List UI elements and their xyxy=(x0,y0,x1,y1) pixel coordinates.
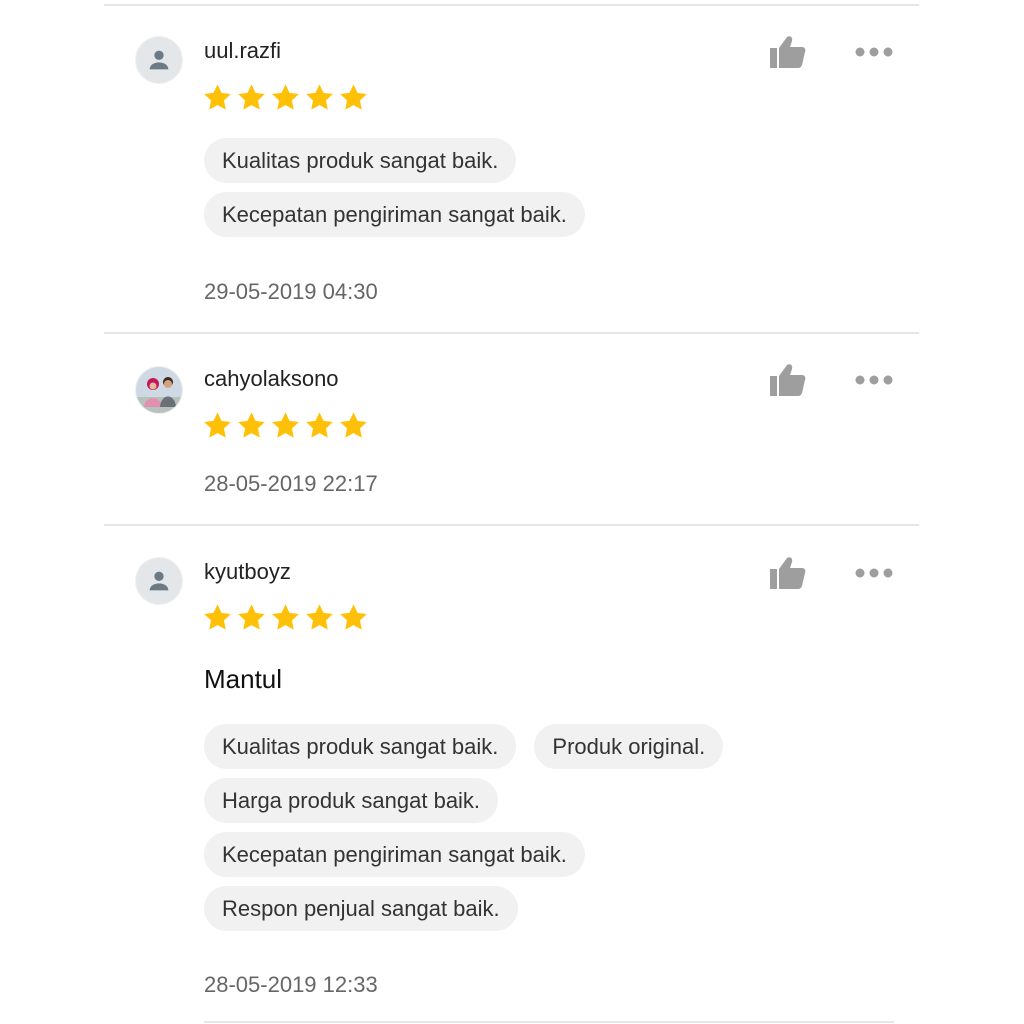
star-icon xyxy=(304,410,335,441)
review-date: 29-05-2019 04:30 xyxy=(204,279,378,304)
star-rating xyxy=(202,602,369,633)
avatar[interactable] xyxy=(136,558,182,604)
review-date: 28-05-2019 22:17 xyxy=(204,471,378,496)
star-icon xyxy=(202,602,233,633)
review-divider xyxy=(204,1021,894,1023)
star-icon xyxy=(304,82,335,113)
star-icon xyxy=(236,602,267,633)
star-icon xyxy=(270,82,301,113)
review-tag-chip: Kualitas produk sangat baik. xyxy=(204,138,517,183)
avatar[interactable] xyxy=(136,367,182,413)
star-icon xyxy=(338,602,369,633)
star-rating xyxy=(202,410,369,441)
review-tag-chip: Kualitas produk sangat baik. xyxy=(204,724,517,769)
review-comment: Mantul xyxy=(204,664,283,694)
more-horizontal-icon[interactable] xyxy=(854,374,894,386)
user-icon xyxy=(145,46,173,74)
star-icon xyxy=(202,82,233,113)
review-tag-chip: Kecepatan pengiriman sangat baik. xyxy=(204,832,585,877)
star-rating xyxy=(202,82,369,113)
user-icon xyxy=(145,567,173,595)
review-tag-chip: Harga produk sangat baik. xyxy=(204,778,499,823)
review-tags: Kualitas produk sangat baik. Kecepatan p… xyxy=(204,138,854,246)
review-tag-chip: Respon penjual sangat baik. xyxy=(204,886,518,931)
review-username[interactable]: kyutboyz xyxy=(204,559,291,585)
avatar[interactable] xyxy=(136,37,182,83)
thumbs-up-icon[interactable] xyxy=(769,35,807,69)
star-icon xyxy=(304,602,335,633)
review-item: uul.razfi Kualitas produk sangat baik. K… xyxy=(104,6,919,332)
star-icon xyxy=(236,410,267,441)
star-icon xyxy=(202,410,233,441)
review-date: 28-05-2019 12:33 xyxy=(204,972,378,997)
thumbs-up-icon[interactable] xyxy=(769,556,807,590)
star-icon xyxy=(270,602,301,633)
thumbs-up-icon[interactable] xyxy=(769,363,807,397)
review-tags: Kualitas produk sangat baik. Produk orig… xyxy=(204,724,854,940)
star-icon xyxy=(236,82,267,113)
star-icon xyxy=(270,410,301,441)
review-username[interactable]: uul.razfi xyxy=(204,38,281,64)
avatar-photo xyxy=(136,367,182,413)
more-horizontal-icon[interactable] xyxy=(854,567,894,579)
review-tag-chip: Kecepatan pengiriman sangat baik. xyxy=(204,192,585,237)
more-horizontal-icon[interactable] xyxy=(854,46,894,58)
review-tag-chip: Produk original. xyxy=(534,724,724,769)
star-icon xyxy=(338,82,369,113)
review-username[interactable]: cahyolaksono xyxy=(204,366,339,392)
star-icon xyxy=(338,410,369,441)
review-item: kyutboyz Mantul Kualitas produk sangat b… xyxy=(104,526,919,1022)
review-item: cahyolaksono 28-05-2019 22:17 xyxy=(104,334,919,524)
